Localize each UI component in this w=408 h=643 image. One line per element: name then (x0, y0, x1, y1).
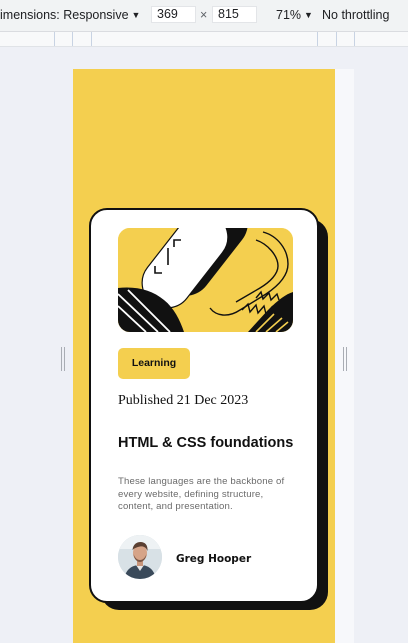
author-name[interactable]: Greg Hooper (176, 553, 251, 565)
category-badge[interactable]: Learning (118, 348, 190, 379)
ruler-mark (336, 32, 337, 46)
illustration-image (118, 228, 293, 332)
card-title[interactable]: HTML & CSS foundations (118, 435, 293, 451)
ruler-mark (354, 32, 355, 46)
right-resize-handle[interactable] (343, 347, 348, 371)
blog-preview-card[interactable]: Learning Published 21 Dec 2023 HTML & CS… (89, 208, 319, 603)
publish-date: Published 21 Dec 2023 (118, 393, 249, 408)
height-input[interactable] (212, 6, 257, 23)
throttling-label: No throttling (322, 8, 390, 22)
media-query-ruler[interactable] (0, 32, 408, 47)
ruler-mark (72, 32, 73, 46)
ruler-mark (91, 32, 92, 46)
left-resize-handle[interactable] (61, 347, 66, 371)
avatar-photo-icon (118, 535, 162, 579)
author-avatar (118, 535, 162, 579)
times-sign: × (200, 8, 208, 22)
zoom-label: 71% (276, 8, 302, 22)
throttling-dropdown[interactable]: No throttling (322, 8, 389, 22)
chevron-down-icon: ▼ (304, 10, 313, 20)
dimensions-label: imensions: Responsive (0, 8, 129, 22)
chevron-down-icon: ▼ (131, 10, 141, 20)
devtools-toolbar: imensions: Responsive▼ × 71%▼ No throttl… (0, 0, 408, 32)
device-stage: Learning Published 21 Dec 2023 HTML & CS… (0, 47, 408, 643)
dimensions-dropdown[interactable]: imensions: Responsive ▼ (0, 8, 140, 22)
ruler-mark (317, 32, 318, 46)
width-input[interactable] (151, 6, 196, 23)
card-description: These languages are the backbone of ever… (118, 476, 285, 512)
zoom-dropdown[interactable]: 71% ▼ (276, 8, 313, 22)
ruler-mark (54, 32, 55, 46)
